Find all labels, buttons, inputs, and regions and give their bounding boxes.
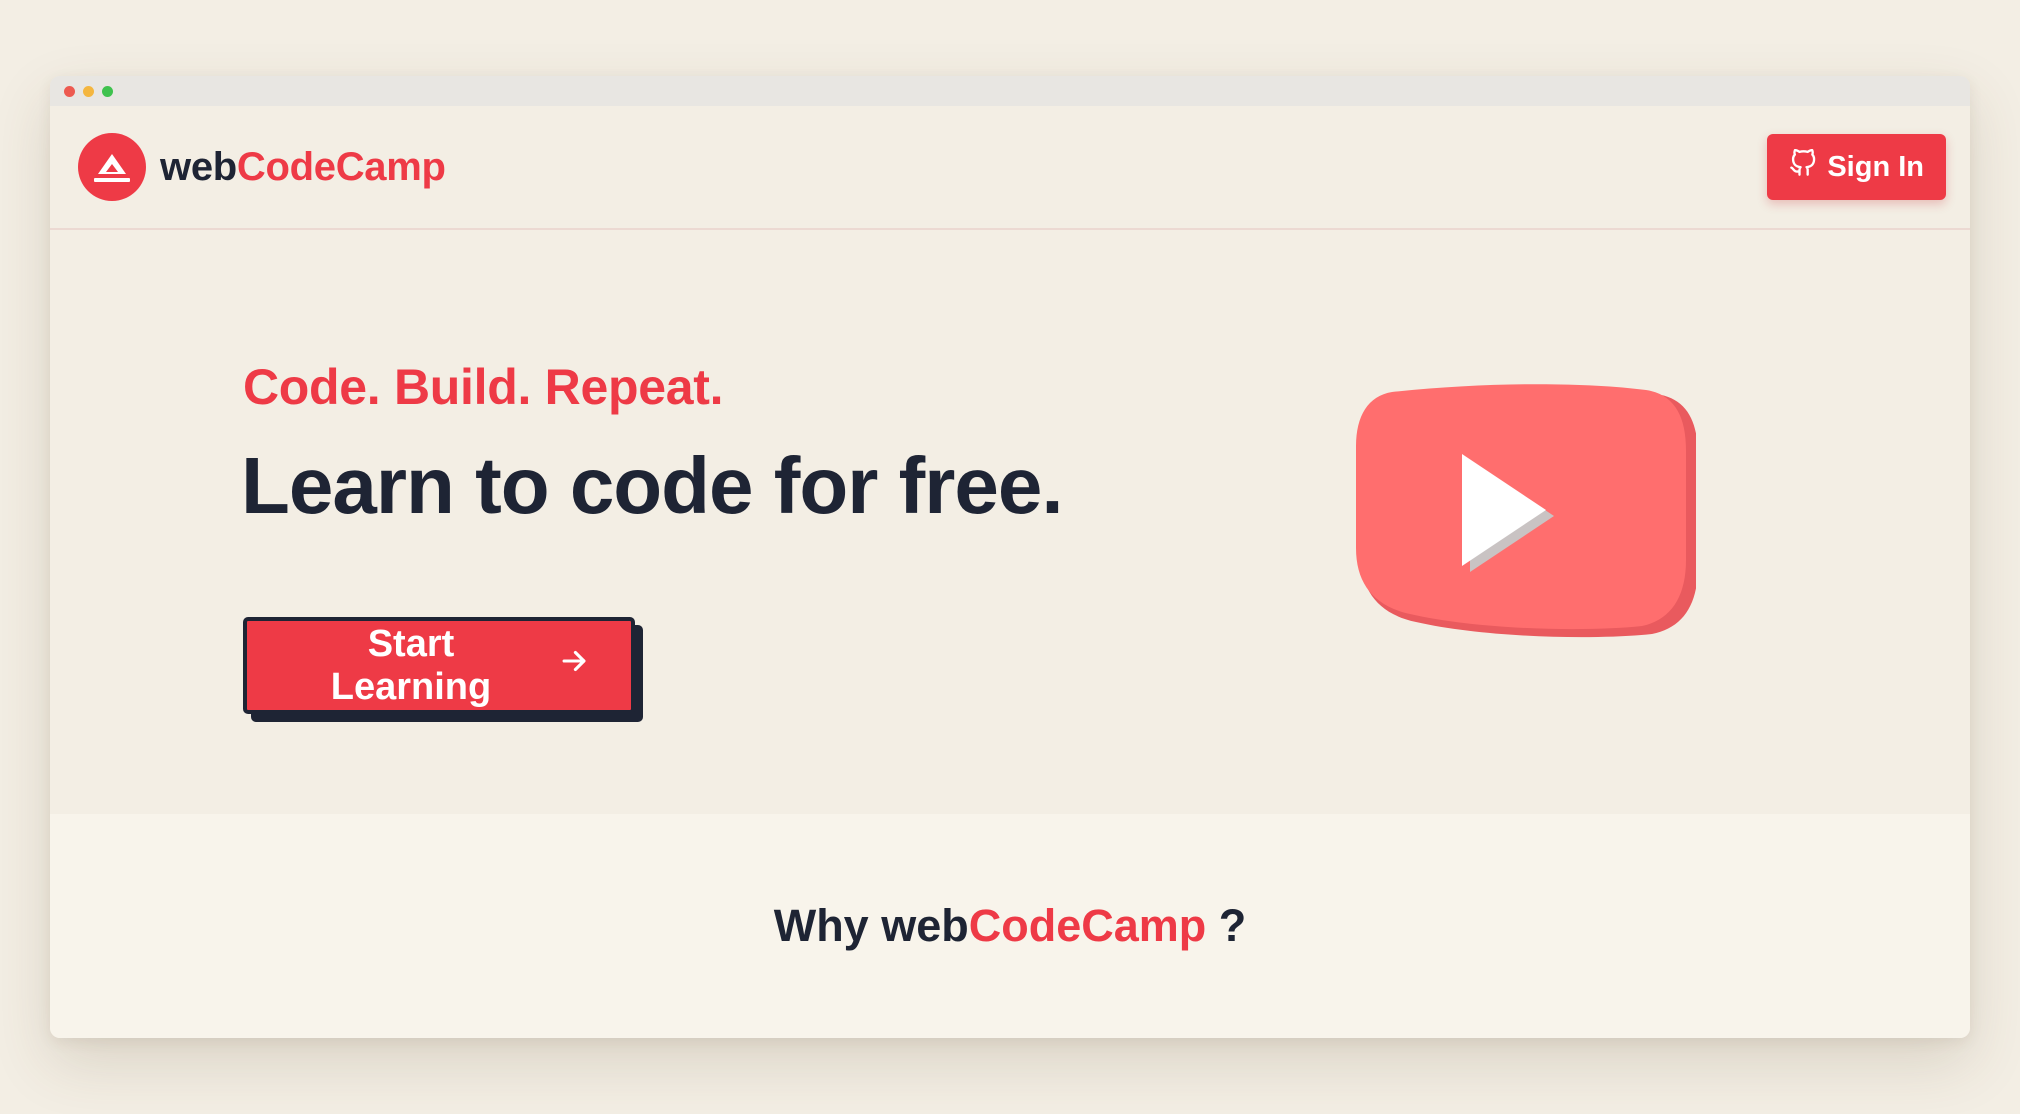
why-heading-prefix: Why web [773, 900, 969, 951]
github-icon [1789, 148, 1817, 185]
hero-headline: Learn to code for free. [241, 441, 1064, 530]
brand-name-prefix: web [160, 144, 237, 189]
arrow-right-icon [557, 644, 591, 688]
brand-logo-link[interactable]: webCodeCamp [78, 133, 446, 201]
brand-name: webCodeCamp [160, 145, 446, 190]
browser-window: webCodeCamp Sign In Code. Build. Repeat.… [50, 76, 1970, 1038]
why-heading-suffix: ? [1206, 900, 1247, 951]
hero-section: Code. Build. Repeat. Learn to code for f… [50, 230, 1970, 814]
youtube-play-icon [1356, 376, 1698, 661]
start-learning-label: Start Learning [330, 622, 492, 708]
brand-name-accent: CodeCamp [236, 144, 446, 189]
minimize-window-dot[interactable] [83, 85, 94, 97]
close-window-dot[interactable] [64, 85, 75, 97]
maximize-window-dot[interactable] [102, 85, 113, 97]
features-section: Why webCodeCamp ? [50, 814, 1970, 1038]
sign-in-button[interactable]: Sign In [1767, 134, 1946, 200]
site-header: webCodeCamp Sign In [50, 106, 1970, 230]
triangle-logo-icon [78, 133, 146, 201]
window-titlebar [50, 76, 1970, 106]
sign-in-label: Sign In [1827, 150, 1924, 183]
start-learning-button[interactable]: Start Learning [243, 617, 635, 714]
hero-tagline: Code. Build. Repeat. [243, 359, 724, 415]
why-heading-accent: CodeCamp [968, 900, 1207, 951]
why-heading: Why webCodeCamp ? [50, 900, 1970, 952]
cta-container: Start Learning [243, 617, 643, 722]
